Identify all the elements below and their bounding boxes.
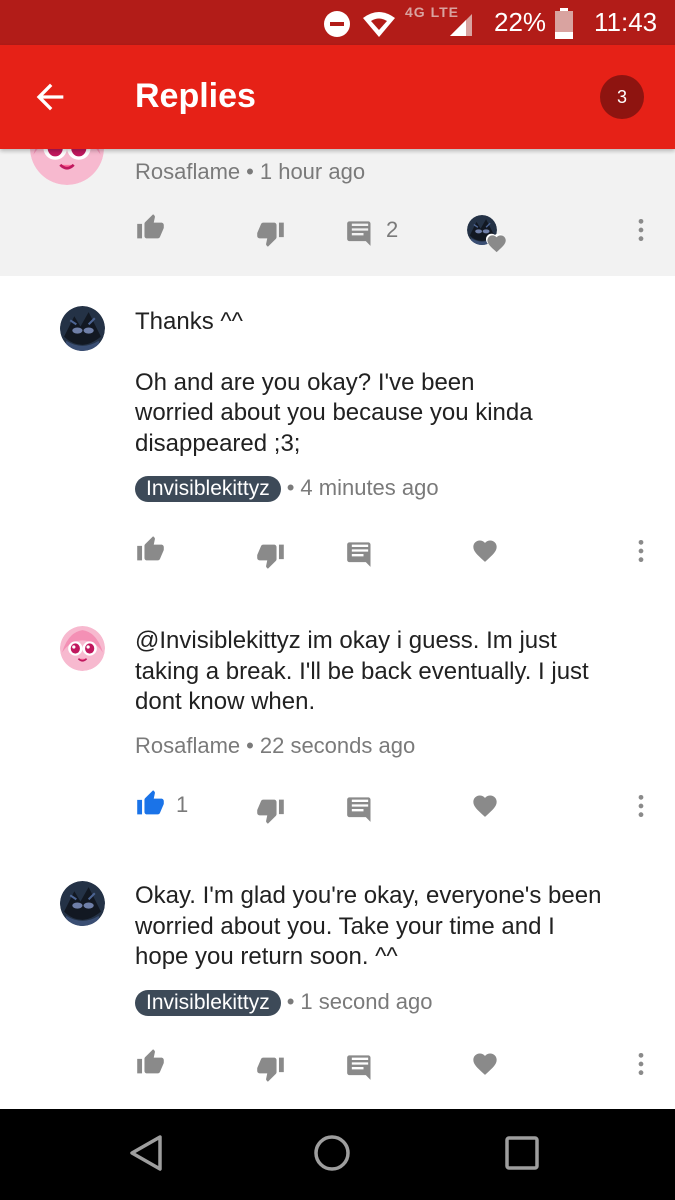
home-circle-icon[interactable] — [310, 1131, 354, 1175]
comment-text: Okay. I'm glad you're okay, everyone's b… — [135, 881, 645, 973]
comment-text: @Invisiblekittyz im okay i guess. Im jus… — [135, 626, 645, 718]
avatar[interactable] — [60, 881, 105, 926]
avatar[interactable] — [60, 306, 105, 351]
dislike-icon[interactable] — [256, 541, 285, 570]
comment-time: 22 seconds ago — [259, 733, 416, 758]
reply-icon[interactable] — [346, 795, 374, 823]
comment-author[interactable]: Rosaflame — [135, 159, 240, 184]
more-options-icon[interactable] — [628, 1051, 654, 1077]
heart-icon[interactable] — [471, 537, 499, 565]
signal-icon — [450, 14, 472, 36]
more-options-icon[interactable] — [628, 538, 654, 564]
recents-square-icon[interactable] — [500, 1131, 544, 1175]
reply-icon[interactable] — [346, 1053, 374, 1081]
comment-time: 1 second ago — [300, 989, 433, 1014]
heart-icon[interactable] — [471, 1050, 499, 1078]
heart-icon — [485, 233, 506, 253]
comment-paragraph: Oh and are you okay? I've been worried a… — [135, 368, 533, 457]
heart-icon[interactable] — [471, 792, 499, 820]
comment-author[interactable]: Rosaflame — [135, 733, 240, 758]
page-title: Replies — [135, 77, 256, 115]
comment-meta: Invisiblekittyz • 4 minutes ago — [135, 475, 439, 502]
reply-count: 2 — [386, 217, 399, 242]
arrow-left-icon — [36, 83, 64, 111]
creator-heart-button[interactable] — [467, 215, 507, 255]
comment-meta: Rosaflame • 1 hour ago — [135, 159, 366, 184]
parent-comment: Rosaflame • 1 hour ago 2 — [0, 149, 675, 276]
back-triangle-icon[interactable] — [126, 1131, 166, 1175]
comment-paragraph: @Invisiblekittyz im okay i guess. Im jus… — [135, 627, 589, 715]
avatar[interactable] — [30, 149, 104, 185]
back-button[interactable] — [30, 77, 70, 117]
battery-icon — [555, 8, 573, 39]
reply-icon[interactable] — [346, 219, 374, 247]
comment-paragraph: Okay. I'm glad you're okay, everyone's b… — [135, 882, 602, 970]
comment-meta: Invisiblekittyz • 1 second ago — [135, 989, 433, 1016]
comment-text: Thanks ^^ Oh and are you okay? I've been… — [135, 307, 645, 459]
reply-icon[interactable] — [346, 540, 374, 568]
comment-meta: Rosaflame • 22 seconds ago — [135, 733, 416, 758]
wifi-icon — [363, 12, 395, 37]
more-options-icon[interactable] — [628, 793, 654, 819]
like-icon[interactable] — [136, 535, 165, 564]
comment-time: 1 hour ago — [259, 159, 366, 184]
clock: 11:43 — [594, 7, 658, 37]
do-not-disturb-icon — [324, 11, 350, 37]
app-bar: Replies 3 — [0, 45, 675, 149]
battery-percent: 22% — [494, 7, 547, 37]
dislike-icon[interactable] — [256, 1054, 285, 1083]
system-nav-bar — [0, 1109, 675, 1200]
comment-author-chip[interactable]: Invisiblekittyz — [135, 476, 281, 502]
dislike-icon[interactable] — [256, 796, 285, 825]
dislike-icon[interactable] — [256, 219, 285, 248]
more-options-icon[interactable] — [628, 217, 654, 243]
comment-time: 4 minutes ago — [300, 475, 439, 500]
avatar[interactable] — [60, 626, 105, 671]
comment-author-chip[interactable]: Invisiblekittyz — [135, 990, 281, 1016]
like-icon[interactable] — [136, 789, 165, 818]
comment-paragraph: Thanks ^^ — [135, 308, 243, 335]
status-bar: 4G LTE 22% 11:43 — [0, 0, 675, 45]
reply-count-badge: 3 — [600, 75, 644, 119]
like-count: 1 — [176, 792, 189, 817]
like-icon[interactable] — [136, 213, 165, 242]
like-icon[interactable] — [136, 1048, 165, 1077]
